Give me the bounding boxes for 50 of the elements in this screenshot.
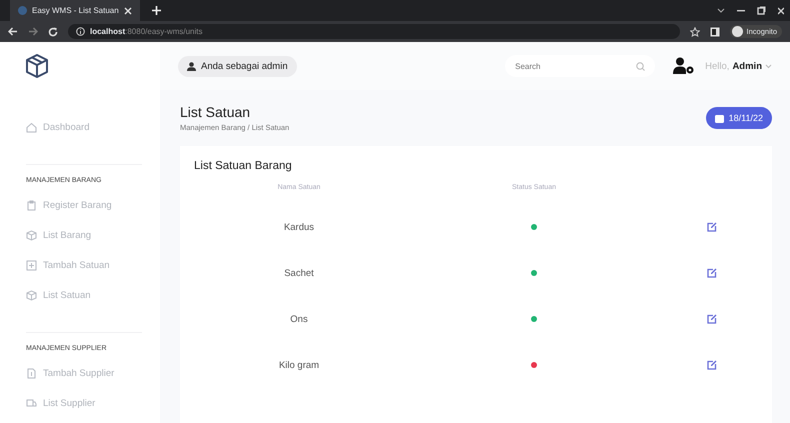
page-title: List Satuan: [180, 104, 252, 120]
file-icon: [26, 368, 37, 378]
role-badge: Anda sebagai admin: [178, 56, 297, 76]
restore-icon[interactable]: [757, 6, 766, 15]
chevron-down-icon: [765, 64, 772, 68]
clipboard-icon: [26, 200, 37, 210]
forward-icon[interactable]: [28, 27, 38, 36]
calendar-icon: [714, 114, 724, 122]
box-icon: [26, 230, 37, 240]
favicon-icon: [18, 6, 27, 15]
search-field[interactable]: Search: [505, 55, 656, 77]
close-icon[interactable]: [124, 6, 132, 14]
card-title: List Satuan Barang: [194, 160, 293, 172]
url-text: localhost:8080/easy-wms/units: [90, 27, 202, 36]
edit-icon[interactable]: [707, 314, 717, 324]
sidebar-item[interactable]: List Satuan: [26, 280, 91, 310]
date-button[interactable]: 18/11/22: [706, 107, 772, 129]
edit-icon[interactable]: [707, 360, 717, 370]
edit-icon[interactable]: [707, 222, 717, 232]
info-icon: [76, 27, 85, 36]
table-cell: Kilo gram: [278, 360, 320, 370]
sidebar-item[interactable]: Dashboard: [26, 112, 90, 142]
edit-icon[interactable]: [707, 268, 717, 278]
user-settings-icon[interactable]: [673, 57, 696, 75]
address-bar[interactable]: localhost:8080/easy-wms/units: [68, 24, 680, 39]
search-icon: [636, 62, 646, 71]
truck-icon: [26, 398, 37, 408]
user-menu[interactable]: Hello, Admin: [705, 60, 772, 72]
user-icon: [187, 62, 196, 70]
home-icon: [26, 122, 37, 132]
back-icon[interactable]: [8, 27, 18, 36]
sidebar-item[interactable]: List Barang: [26, 220, 92, 250]
sidebar-item[interactable]: Tambah Supplier: [26, 358, 114, 388]
table-cell: Sachet: [284, 268, 314, 278]
box-icon: [26, 290, 37, 300]
box-logo-icon: [26, 54, 48, 78]
close-icon[interactable]: [778, 6, 784, 14]
table-cell: Ons: [290, 314, 308, 324]
sidebar-item[interactable]: Tambah Satuan: [26, 250, 110, 280]
incognito-icon: [732, 26, 743, 37]
sidebar-item[interactable]: Register Barang: [26, 190, 112, 220]
minimize-icon[interactable]: [737, 10, 745, 12]
star-icon[interactable]: [690, 26, 700, 36]
new-tab-icon[interactable]: [152, 6, 161, 15]
chevron-down-icon[interactable]: [717, 8, 725, 14]
reload-icon[interactable]: [48, 26, 58, 36]
browser-tab[interactable]: Easy WMS - List Satuan: [10, 0, 140, 21]
table-cell: Kardus: [284, 222, 314, 232]
sidebar-item[interactable]: List Supplier: [26, 388, 96, 418]
sidebar-panel-icon[interactable]: [710, 26, 720, 36]
